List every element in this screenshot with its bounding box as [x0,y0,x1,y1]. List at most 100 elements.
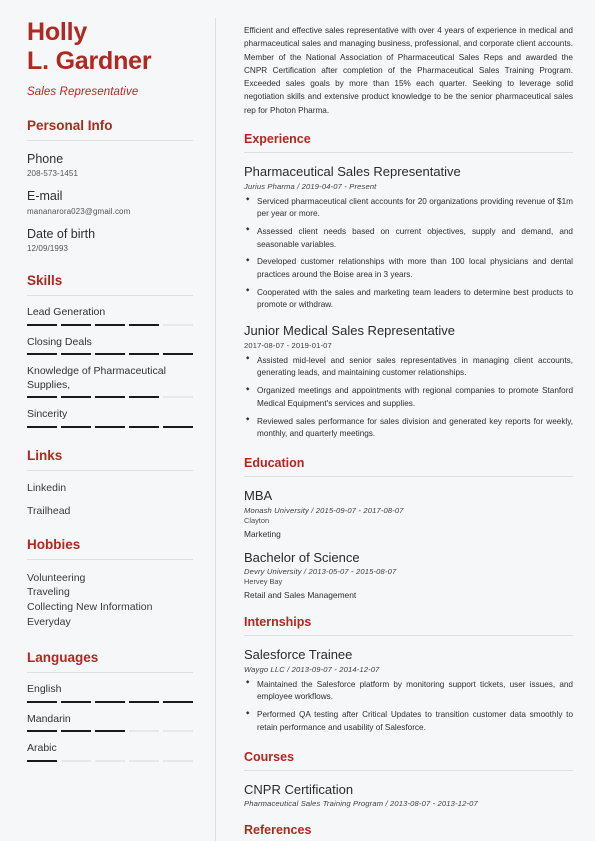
rating-segment [129,396,159,399]
professional-summary: Efficient and effective sales representa… [244,26,573,115]
rating-segment [129,353,159,356]
entry-title: CNPR Certification [244,781,354,797]
hobby-item: Everyday [27,616,71,629]
entry-title: Salesforce Trainee [244,647,353,663]
languages-list: English Mandarin Arabic [27,683,193,762]
rating-segment [163,396,193,399]
entry-title: Pharmaceutical Sales Representative [244,163,461,179]
entry-meta: Waygo LLC / 2013-09-07 - 2014-12-07 [244,664,380,674]
entry-location: Hervey Bay [244,577,283,587]
link-item[interactable]: Trailhead [27,505,193,517]
skill-rating [27,323,193,326]
entry-meta: Devry University / 2013-05-07 - 2015-08-… [244,567,397,577]
rating-segment [163,700,193,703]
rating-segment [61,396,91,399]
section-heading-experience: Experience [244,131,311,146]
link-item[interactable]: Linkedin [27,482,193,494]
last-name: L. Gardner [27,47,152,76]
resume-page: Holly L. Gardner Sales Representative Pe… [0,0,595,841]
language-rating [27,730,193,733]
bullet-item: Developed customer relationships with mo… [244,256,573,281]
entry-field: Retail and Sales Management [244,590,357,601]
skill-rating [27,425,193,428]
section-divider [27,558,193,560]
personal-info-item: Date of birth 12/09/1993 [27,227,193,254]
language-item: Arabic [27,742,193,762]
main-content: Efficient and effective sales representa… [216,18,595,841]
rating-segment [163,730,193,733]
experience-entry: Pharmaceutical Sales Representative Juri… [244,164,573,312]
section-divider [244,769,573,771]
candidate-job-title: Sales Representative [27,85,139,98]
internship-entry: Salesforce Trainee Waygo LLC / 2013-09-0… [244,647,573,734]
language-rating [27,759,193,762]
rating-segment [129,700,159,703]
field-value: mananarora023@gmail.com [27,206,131,216]
bullet-item: Maintained the Salesforce platform by mo… [244,679,573,704]
entry-bullets: Serviced pharmaceutical client accounts … [244,196,573,313]
section-divider [27,295,193,297]
first-name: Holly [27,18,88,46]
candidate-name: Holly L. Gardner [27,18,193,77]
section-heading-internships: Internships [244,615,312,630]
section-heading-hobbies: Hobbies [27,536,81,552]
field-value: 12/09/1993 [27,244,69,254]
rating-segment [27,396,57,399]
rating-segment [129,425,159,428]
rating-segment [95,425,125,428]
rating-segment [61,759,91,762]
section-heading-skills: Skills [27,273,63,289]
skill-label: Sincerity [27,408,68,421]
section-divider [27,469,193,471]
rating-segment [27,353,57,356]
rating-segment [27,759,57,762]
skill-item: Sincerity [27,408,193,428]
entry-meta: Monash University / 2015-09-07 - 2017-08… [244,505,404,515]
education-entry: MBA Monash University / 2015-09-07 - 201… [244,488,573,539]
skill-label: Lead Generation [27,306,106,319]
skill-rating [27,396,193,399]
rating-segment [95,759,125,762]
section-heading-education: Education [244,456,305,470]
experience-entry: Junior Medical Sales Representative 2017… [244,323,573,441]
rating-segment [95,396,125,399]
personal-info-list: Phone 208-573-1451 E-mail mananarora023@… [27,152,193,254]
bullet-item: Assessed client needs based on current o… [244,226,573,251]
sidebar: Holly L. Gardner Sales Representative Pe… [0,18,216,841]
rating-segment [163,759,193,762]
field-label: E-mail [27,189,63,204]
field-label: Date of birth [27,226,96,241]
field-value: 208-573-1451 [27,169,79,179]
skill-label: Knowledge of Pharmaceutical Supplies, [27,365,166,391]
bullet-item: Performed QA testing after Critical Upda… [244,709,573,734]
language-item: Mandarin [27,713,193,733]
rating-segment [163,425,193,428]
rating-segment [129,759,159,762]
rating-segment [61,700,91,703]
links-list: Linkedin Trailhead [27,482,193,517]
hobby-item: Traveling [27,586,70,599]
rating-segment [61,323,91,326]
section-divider [27,139,193,141]
skill-item: Knowledge of Pharmaceutical Supplies, [27,365,193,399]
language-rating [27,700,193,703]
course-entry: CNPR Certification Pharmaceutical Sales … [244,782,573,809]
skills-list: Lead Generation Closing Deals Knowledge … [27,306,193,428]
personal-info-item: E-mail mananarora023@gmail.com [27,189,193,216]
section-divider [244,635,573,637]
skill-label: Closing Deals [27,335,92,348]
language-label: Arabic [27,742,57,755]
entry-bullets: Assisted mid-level and senior sales repr… [244,355,573,441]
entry-meta: Pharmaceutical Sales Training Program / … [244,799,478,809]
rating-segment [163,323,193,326]
language-item: English [27,683,193,703]
section-heading-references: References [244,823,312,838]
rating-segment [27,730,57,733]
language-label: English [27,683,62,696]
bullet-item: Assisted mid-level and senior sales repr… [244,355,573,380]
field-label: Phone [27,151,64,166]
bullet-item: Reviewed sales performance for sales div… [244,416,573,441]
hobby-item: Collecting New Information [27,601,153,614]
rating-segment [61,730,91,733]
hobby-item: Volunteering [27,571,86,584]
